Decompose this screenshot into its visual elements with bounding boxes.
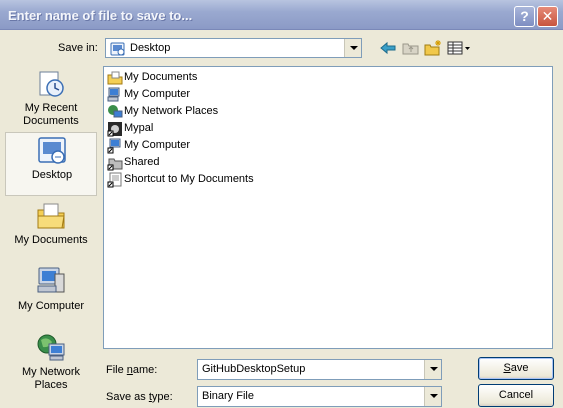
computer-shortcut-icon — [107, 138, 121, 154]
place-label: My Network — [21, 366, 81, 378]
file-name: My Computer — [124, 139, 191, 151]
save-in-value: Desktop — [130, 42, 171, 54]
close-button[interactable]: ✕ — [537, 6, 558, 27]
my-documents-icon — [37, 203, 65, 229]
file-name: Shortcut to My Documents — [124, 173, 254, 185]
back-arrow-icon[interactable] — [378, 39, 398, 57]
place-label: Documents — [23, 115, 79, 127]
cancel-button[interactable]: Cancel — [478, 384, 554, 407]
desktop-icon — [110, 42, 125, 56]
network-places-icon — [108, 105, 123, 118]
desktop-icon — [38, 137, 66, 164]
place-label: Desktop — [31, 169, 73, 181]
label-part: File — [106, 364, 127, 376]
up-folder-icon[interactable] — [401, 39, 421, 57]
place-my-recent-documents[interactable]: My Recent Documents — [5, 66, 97, 130]
button-label: ave — [510, 362, 529, 374]
my-computer-icon — [107, 87, 120, 102]
label-part: Save as — [106, 391, 149, 403]
window-title: Enter name of file to save to... — [8, 8, 193, 23]
save-button[interactable]: Save — [478, 357, 554, 380]
file-name-label: File name: — [106, 364, 157, 376]
file-name: My Documents — [124, 71, 198, 83]
save-in-dropdown-button[interactable] — [344, 39, 361, 57]
place-label: My Recent — [24, 102, 78, 114]
network-places-icon — [37, 334, 65, 361]
file-name-combo[interactable]: GitHubDesktopSetup — [197, 359, 442, 380]
save-dialog: Enter name of file to save to... ? ✕ Sav… — [0, 0, 563, 408]
place-desktop[interactable]: Desktop — [5, 132, 97, 196]
places-bar: My Recent Documents Desktop My Documents — [5, 66, 97, 408]
my-documents-icon — [107, 71, 123, 85]
file-name: Mypal — [124, 122, 154, 134]
save-as-type-dropdown-button[interactable] — [424, 387, 441, 406]
my-computer-icon — [37, 267, 65, 293]
place-my-documents[interactable]: My Documents — [5, 198, 97, 262]
place-my-computer[interactable]: My Computer — [5, 264, 97, 328]
title-bar[interactable]: Enter name of file to save to... ? ✕ — [0, 0, 563, 30]
file-name: Shared — [124, 156, 160, 168]
new-folder-icon[interactable] — [423, 39, 443, 57]
file-name: My Computer — [124, 88, 191, 100]
file-name-dropdown-button[interactable] — [424, 360, 441, 379]
save-as-type-dropdown[interactable]: Binary File — [197, 386, 442, 407]
place-label: My Documents — [14, 234, 88, 246]
documents-shortcut-icon — [107, 172, 122, 188]
help-button[interactable]: ? — [514, 6, 535, 27]
place-label: Places — [34, 379, 68, 391]
save-as-type-value: Binary File — [202, 390, 254, 402]
file-list[interactable]: My Documents My Computer My Network Plac… — [103, 66, 553, 349]
views-menu-icon[interactable] — [446, 39, 472, 57]
file-name-input[interactable]: GitHubDesktopSetup — [202, 363, 305, 375]
file-name: My Network Places — [124, 105, 219, 117]
save-in-dropdown[interactable]: Desktop — [105, 38, 362, 58]
shared-shortcut-icon — [107, 158, 123, 171]
save-as-type-label: Save as type: — [106, 391, 173, 403]
mypal-shortcut-icon — [107, 122, 122, 137]
label-part: ame: — [132, 364, 158, 376]
save-in-label: Save in: — [58, 42, 98, 54]
place-my-network-places[interactable]: My Network Places — [5, 330, 97, 394]
recent-documents-icon — [39, 71, 64, 97]
label-accelerator: S — [503, 362, 511, 374]
label-part: ype: — [151, 391, 173, 403]
place-label: My Computer — [17, 300, 85, 312]
